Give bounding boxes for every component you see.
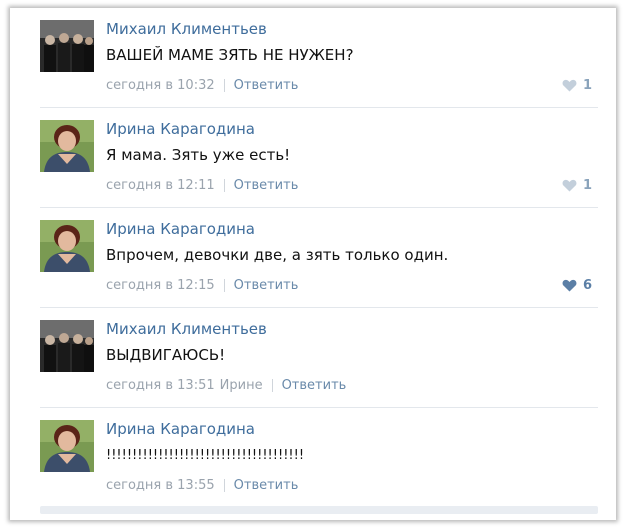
comment-meta: сегодня в 13:51 Ирине Ответить: [106, 378, 346, 393]
reply-button[interactable]: Ответить: [234, 478, 299, 493]
avatar[interactable]: [40, 120, 94, 172]
comment-time[interactable]: сегодня в 13:55: [106, 478, 215, 493]
author-name[interactable]: Ирина Карагодина: [106, 120, 255, 138]
group-photo-avatar-icon: [40, 20, 94, 72]
heart-icon: [562, 279, 577, 292]
author-name[interactable]: Михаил Климентьев: [106, 320, 267, 338]
heart-icon: [562, 79, 577, 92]
divider: [271, 379, 273, 392]
divider: [223, 179, 225, 192]
like-button[interactable]: 6: [562, 278, 592, 293]
heart-icon: [562, 179, 577, 192]
comment-text: Впрочем, девочки две, а зять только один…: [106, 246, 449, 264]
comment-item: Ирина Карагодина !!!!!!!!!!!!!!!!!!!!!!!…: [10, 408, 616, 508]
reply-button[interactable]: Ответить: [282, 378, 347, 393]
reply-to-name[interactable]: Ирине: [220, 378, 263, 393]
comment-item: Ирина Карагодина Впрочем, девочки две, а…: [10, 208, 616, 308]
comment-time[interactable]: сегодня в 13:51: [106, 378, 215, 393]
woman-portrait-avatar-icon: [40, 220, 94, 272]
divider: [223, 279, 225, 292]
comment-meta: сегодня в 12:15 Ответить: [106, 278, 298, 293]
comment-text: !!!!!!!!!!!!!!!!!!!!!!!!!!!!!!!!!!!!!!: [106, 448, 305, 463]
woman-portrait-avatar-icon: [40, 120, 94, 172]
divider: [223, 79, 225, 92]
like-button[interactable]: 1: [562, 178, 592, 193]
comments-frame: Михаил Климентьев ВАШЕЙ МАМЕ ЗЯТЬ НЕ НУЖ…: [10, 8, 616, 520]
author-name[interactable]: Ирина Карагодина: [106, 220, 255, 238]
reply-button[interactable]: Ответить: [234, 278, 299, 293]
comment-meta: сегодня в 12:11 Ответить: [106, 178, 298, 193]
like-count: 1: [582, 178, 592, 193]
like-count: 1: [582, 78, 592, 93]
author-name[interactable]: Ирина Карагодина: [106, 420, 255, 438]
comment-time[interactable]: сегодня в 10:32: [106, 78, 215, 93]
comment-item: Ирина Карагодина Я мама. Зять уже есть! …: [10, 108, 616, 208]
reply-button[interactable]: Ответить: [234, 178, 299, 193]
avatar[interactable]: [40, 420, 94, 472]
avatar[interactable]: [40, 320, 94, 372]
reply-button[interactable]: Ответить: [234, 78, 299, 93]
comment-meta: сегодня в 10:32 Ответить: [106, 78, 298, 93]
comment-form-bar[interactable]: [40, 506, 598, 514]
comment-text: ВЫДВИГАЮСЬ!: [106, 346, 226, 364]
like-button[interactable]: 1: [562, 78, 592, 93]
like-count: 6: [582, 278, 592, 293]
author-name[interactable]: Михаил Климентьев: [106, 20, 267, 38]
divider: [223, 479, 225, 492]
comment-time[interactable]: сегодня в 12:15: [106, 278, 215, 293]
comment-time[interactable]: сегодня в 12:11: [106, 178, 215, 193]
avatar[interactable]: [40, 220, 94, 272]
comment-item: Михаил Климентьев ВЫДВИГАЮСЬ! сегодня в …: [10, 308, 616, 408]
group-photo-avatar-icon: [40, 320, 94, 372]
woman-portrait-avatar-icon: [40, 420, 94, 472]
comment-item: Михаил Климентьев ВАШЕЙ МАМЕ ЗЯТЬ НЕ НУЖ…: [10, 8, 616, 108]
avatar[interactable]: [40, 20, 94, 72]
comment-meta: сегодня в 13:55 Ответить: [106, 478, 298, 493]
comment-text: Я мама. Зять уже есть!: [106, 146, 291, 164]
comment-text: ВАШЕЙ МАМЕ ЗЯТЬ НЕ НУЖЕН?: [106, 46, 354, 64]
